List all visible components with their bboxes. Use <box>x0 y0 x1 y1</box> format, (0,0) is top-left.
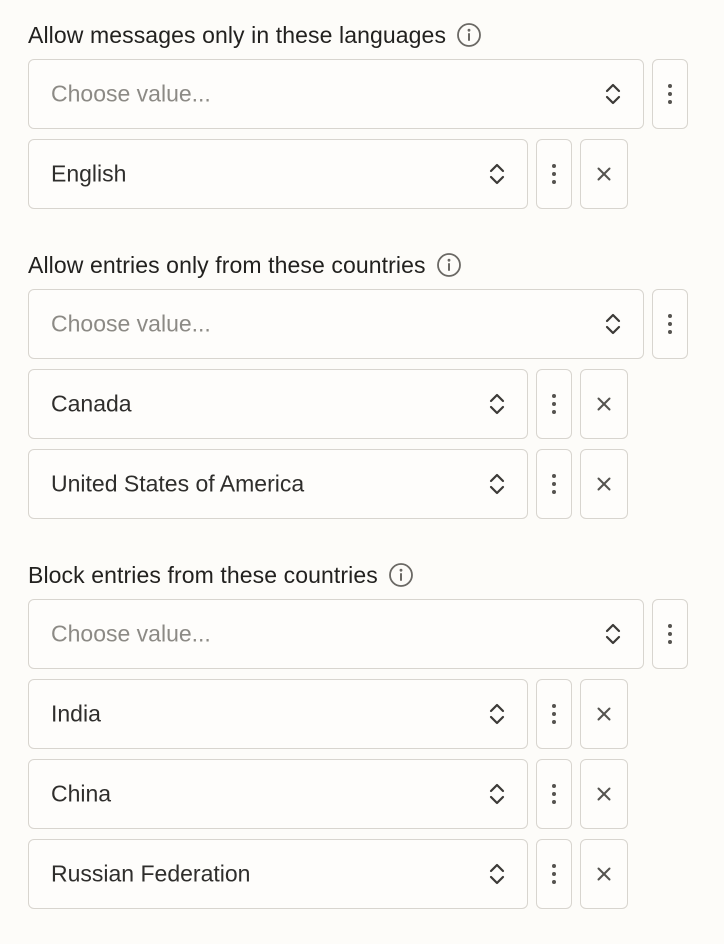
select-placeholder: Choose value... <box>51 620 211 647</box>
allowed-countries-label-text: Allow entries only from these countries <box>28 251 426 278</box>
item-options-button[interactable] <box>536 369 572 439</box>
item-options-button[interactable] <box>536 759 572 829</box>
selected-value: China <box>51 780 112 807</box>
blocked-countries-picker-row: Choose value... <box>28 599 692 671</box>
allowed-countries-picker-row: Choose value... <box>28 289 692 361</box>
close-x-icon <box>597 867 611 881</box>
vertical-dots-icon <box>552 704 556 724</box>
blocked-countries-label: Block entries from these countries <box>28 560 692 590</box>
chevron-up-down-icon <box>489 863 505 885</box>
allowed-country-row-canada: Canada <box>28 369 692 441</box>
remove-item-button[interactable] <box>580 139 628 209</box>
country-select-china[interactable]: China <box>28 759 528 829</box>
chevron-up-down-icon <box>489 783 505 805</box>
close-x-icon <box>597 707 611 721</box>
blocked-country-row-russia: Russian Federation <box>28 839 692 911</box>
selected-value: Canada <box>51 390 132 417</box>
vertical-dots-icon <box>668 84 672 104</box>
selected-value: English <box>51 160 127 187</box>
close-x-icon <box>597 167 611 181</box>
remove-item-button[interactable] <box>580 759 628 829</box>
blocked-countries-options-button[interactable] <box>652 599 688 669</box>
select-placeholder: Choose value... <box>51 310 211 337</box>
item-options-button[interactable] <box>536 139 572 209</box>
remove-item-button[interactable] <box>580 679 628 749</box>
languages-options-button[interactable] <box>652 59 688 129</box>
vertical-dots-icon <box>552 474 556 494</box>
language-select-english[interactable]: English <box>28 139 528 209</box>
languages-choose-select[interactable]: Choose value... <box>28 59 644 129</box>
blocked-countries-label-text: Block entries from these countries <box>28 561 378 588</box>
close-x-icon <box>597 787 611 801</box>
chevron-up-down-icon <box>605 313 621 335</box>
languages-label-text: Allow messages only in these languages <box>28 21 447 48</box>
vertical-dots-icon <box>552 864 556 884</box>
languages-label: Allow messages only in these languages <box>28 20 692 50</box>
languages-section: Allow messages only in these languages C… <box>28 20 692 219</box>
chevron-up-down-icon <box>605 83 621 105</box>
allowed-countries-choose-select[interactable]: Choose value... <box>28 289 644 359</box>
close-x-icon <box>597 397 611 411</box>
info-icon[interactable] <box>456 22 482 48</box>
country-select-canada[interactable]: Canada <box>28 369 528 439</box>
selected-value: United States of America <box>51 470 305 497</box>
allowed-countries-label: Allow entries only from these countries <box>28 250 692 280</box>
chevron-up-down-icon <box>605 623 621 645</box>
country-select-russia[interactable]: Russian Federation <box>28 839 528 909</box>
select-placeholder: Choose value... <box>51 80 211 107</box>
vertical-dots-icon <box>668 624 672 644</box>
item-options-button[interactable] <box>536 449 572 519</box>
blocked-countries-choose-select[interactable]: Choose value... <box>28 599 644 669</box>
info-icon[interactable] <box>436 252 462 278</box>
allowed-countries-section: Allow entries only from these countries … <box>28 250 692 529</box>
vertical-dots-icon <box>668 314 672 334</box>
remove-item-button[interactable] <box>580 839 628 909</box>
chevron-up-down-icon <box>489 703 505 725</box>
selected-value: Russian Federation <box>51 860 251 887</box>
vertical-dots-icon <box>552 394 556 414</box>
remove-item-button[interactable] <box>580 449 628 519</box>
info-icon[interactable] <box>388 562 414 588</box>
item-options-button[interactable] <box>536 839 572 909</box>
blocked-country-row-china: China <box>28 759 692 831</box>
country-select-india[interactable]: India <box>28 679 528 749</box>
languages-picker-row: Choose value... <box>28 59 692 131</box>
item-options-button[interactable] <box>536 679 572 749</box>
remove-item-button[interactable] <box>580 369 628 439</box>
blocked-countries-section: Block entries from these countries Choos… <box>28 560 692 919</box>
allowed-country-row-usa: United States of America <box>28 449 692 521</box>
blocked-country-row-india: India <box>28 679 692 751</box>
selected-value: India <box>51 700 101 727</box>
vertical-dots-icon <box>552 164 556 184</box>
allowed-countries-options-button[interactable] <box>652 289 688 359</box>
languages-item-row: English <box>28 139 692 211</box>
vertical-dots-icon <box>552 784 556 804</box>
chevron-up-down-icon <box>489 393 505 415</box>
chevron-up-down-icon <box>489 473 505 495</box>
close-x-icon <box>597 477 611 491</box>
country-select-usa[interactable]: United States of America <box>28 449 528 519</box>
chevron-up-down-icon <box>489 163 505 185</box>
